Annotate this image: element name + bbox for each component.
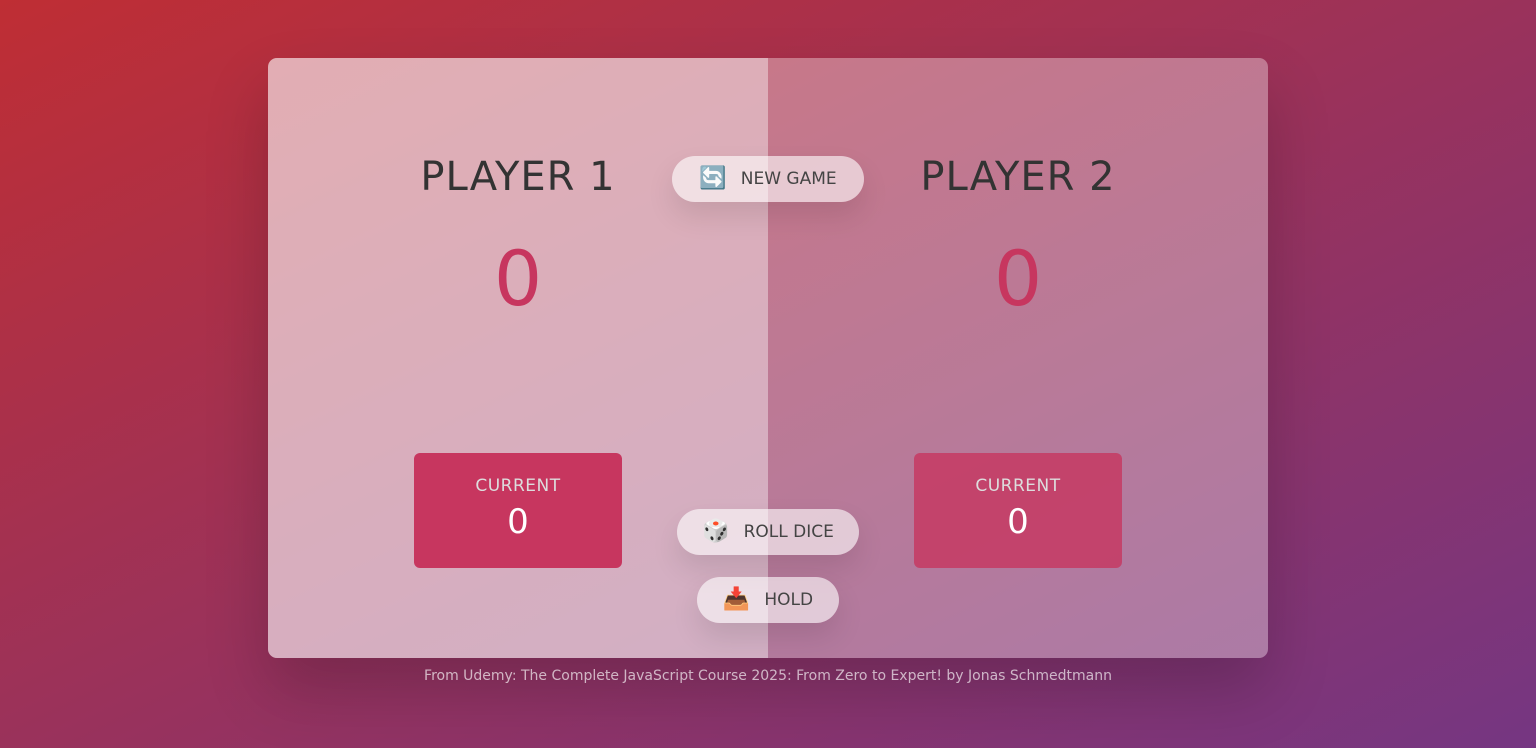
player-2-panel: PLAYER 2 0 CURRENT 0 <box>768 58 1268 658</box>
inbox-tray-icon: 📥 <box>722 587 751 612</box>
roll-dice-button[interactable]: 🎲 ROLL DICE <box>677 509 859 555</box>
dice-icon: 🎲 <box>702 519 730 544</box>
player-2-current-score: 0 <box>1007 502 1029 542</box>
player-1-current-label: CURRENT <box>475 476 561 496</box>
new-game-button[interactable]: 🔄 NEW GAME <box>672 156 864 202</box>
player-2-current-label: CURRENT <box>975 476 1061 496</box>
new-game-label: NEW GAME <box>740 169 837 189</box>
footer-credit: From Udemy: The Complete JavaScript Cour… <box>424 668 1112 684</box>
player-1-current-box: CURRENT 0 <box>414 453 622 568</box>
player-1-current-score: 0 <box>507 502 529 542</box>
player-2-score: 0 <box>993 234 1043 323</box>
player-1-score: 0 <box>493 234 543 323</box>
player-2-current-box: CURRENT 0 <box>914 453 1122 568</box>
hold-label: HOLD <box>764 590 814 610</box>
hold-button[interactable]: 📥 HOLD <box>697 577 839 623</box>
player-1-panel: PLAYER 1 0 CURRENT 0 <box>268 58 768 658</box>
roll-dice-label: ROLL DICE <box>743 522 834 542</box>
game-board: PLAYER 1 0 CURRENT 0 PLAYER 2 0 CURRENT … <box>268 58 1268 658</box>
refresh-icon: 🔄 <box>699 166 727 191</box>
